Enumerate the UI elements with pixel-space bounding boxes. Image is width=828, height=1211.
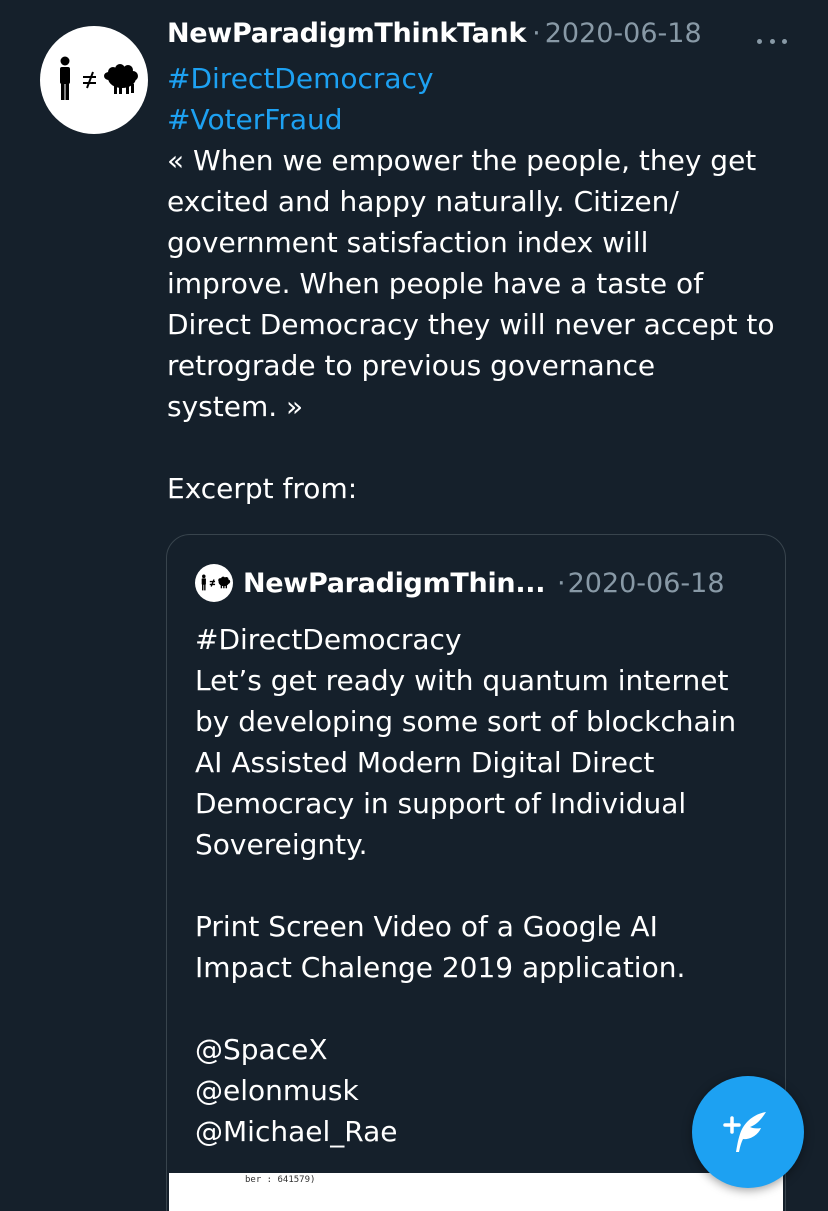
hashtag-link[interactable]: #DirectDemocracy — [167, 58, 797, 99]
hashtag-link[interactable]: #DirectDemocracy — [195, 619, 770, 660]
tweet[interactable]: NewParadigmThinkTank · 2020-06-18 #Direc… — [167, 18, 797, 509]
tweet-date[interactable]: 2020-06-18 — [545, 18, 702, 49]
tweet-text-line: system. » — [167, 390, 304, 423]
quoted-tweet[interactable]: NewParadigmThin... · 2020-06-18 #DirectD… — [166, 534, 786, 1211]
quoted-text-line: Print Screen Video of a Google AI — [195, 910, 658, 943]
tweet-text-line: retrograde to previous governance — [167, 349, 656, 382]
quoted-media-preview[interactable]: ber : 641579) — [169, 1173, 783, 1211]
avatar[interactable] — [40, 26, 148, 134]
quoted-display-name[interactable]: NewParadigmThin... — [243, 568, 547, 599]
tweet-text-line: improve. When people have a taste of — [167, 267, 704, 300]
quoted-text-line: Sovereignty. — [195, 828, 368, 861]
quoted-text-line: Democracy in support of Individual — [195, 787, 687, 820]
header-separator: · — [532, 18, 541, 49]
person-not-equal-sheep-logo — [201, 574, 231, 591]
quoted-tweet-header: NewParadigmThin... · 2020-06-18 — [195, 563, 725, 603]
quoted-avatar — [195, 564, 233, 602]
quoted-text-line: AI Assisted Modern Digital Direct — [195, 746, 655, 779]
quoted-text-line: by developing some sort of blockchain — [195, 705, 737, 738]
tweet-text-line: Direct Democracy they will never accept … — [167, 308, 775, 341]
compose-tweet-icon — [723, 1112, 766, 1152]
tweet-text-line: excited and happy naturally. Citizen/ — [167, 185, 679, 218]
quoted-text-line: Let’s get ready with quantum internet — [195, 664, 729, 697]
tweet-text-line: « When we empower the people, they get — [167, 144, 757, 177]
mention-link[interactable]: @elonmusk — [195, 1070, 770, 1111]
hashtag-link[interactable]: #VoterFraud — [167, 99, 797, 140]
quoted-header-separator: · — [557, 567, 566, 599]
display-name[interactable]: NewParadigmThinkTank — [167, 18, 526, 49]
tweet-header: NewParadigmThinkTank · 2020-06-18 — [167, 18, 797, 62]
person-not-equal-sheep-logo — [60, 56, 138, 100]
compose-tweet-button[interactable] — [692, 1076, 804, 1188]
more-horizontal-icon[interactable] — [755, 26, 795, 56]
tweet-text-line: government satisfaction index will — [167, 226, 649, 259]
quoted-tweet-date[interactable]: 2020-06-18 — [568, 568, 725, 599]
quoted-text-line: Impact Chalenge 2019 application. — [195, 951, 686, 984]
quoted-tweet-body: #DirectDemocracy Let’s get ready with qua… — [195, 619, 770, 1152]
tweet-text-line: Excerpt from: — [167, 472, 358, 505]
media-snippet-text: ber : 641579) — [245, 1175, 316, 1185]
mention-link[interactable]: @SpaceX — [195, 1029, 770, 1070]
timeline-screen: NewParadigmThinkTank · 2020-06-18 #Direc… — [0, 0, 828, 1211]
tweet-body: #DirectDemocracy #VoterFraud « When we emp… — [167, 58, 797, 509]
mention-link[interactable]: @Michael_Rae — [195, 1111, 770, 1152]
